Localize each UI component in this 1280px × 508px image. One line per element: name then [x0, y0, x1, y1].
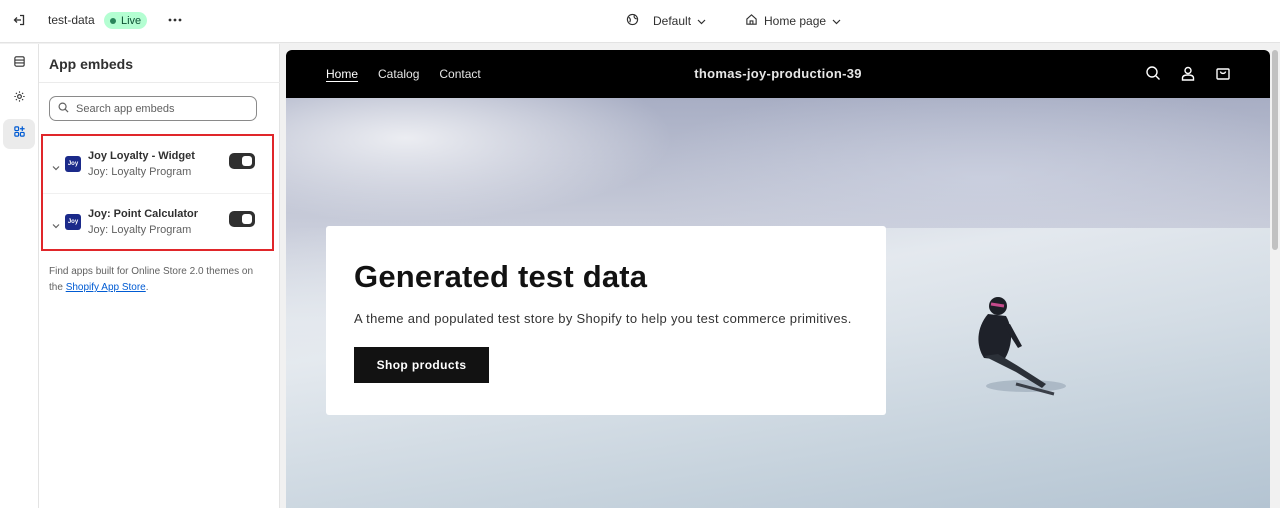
search-icon [58, 100, 69, 118]
theme-label: Default [653, 14, 692, 28]
hero-title: Generated test data [354, 259, 648, 294]
store-header-icons [1144, 64, 1232, 82]
cart-icon[interactable] [1214, 64, 1232, 82]
embed-app-name: Joy: Loyalty Program [88, 224, 192, 236]
footer-end: . [145, 282, 149, 293]
app-embeds-panel: App embeds Joy Joy Loyalty - Widget Joy:… [39, 44, 280, 508]
editor-topbar: test-data Live Default Home page [0, 0, 1280, 43]
account-icon[interactable] [1179, 64, 1197, 82]
status-label: Live [121, 14, 142, 27]
sections-button[interactable] [3, 49, 35, 79]
joy-app-icon: Joy [65, 156, 81, 172]
toggle-knob [242, 156, 252, 166]
joy-app-icon: Joy [65, 214, 81, 230]
status-dot [110, 17, 116, 24]
theme-settings-button[interactable] [3, 84, 35, 114]
embed-name: Joy: Point Calculator [88, 208, 199, 220]
search-input[interactable] [76, 102, 246, 115]
snowboarder-image [978, 297, 1066, 396]
chevron-down-icon[interactable] [51, 160, 61, 171]
panel-title: App embeds [49, 56, 134, 72]
embed-name: Joy Loyalty - Widget [88, 150, 195, 162]
store-header: Home Catalog Contact thomas-joy-producti… [286, 50, 1270, 98]
scrollbar-thumb[interactable] [1272, 50, 1278, 250]
shop-products-button[interactable]: Shop products [354, 347, 489, 383]
editor-icon-rail [0, 44, 39, 508]
home-icon [745, 13, 758, 29]
chevron-down-icon[interactable] [51, 218, 61, 229]
hero-banner: Generated test data A theme and populate… [286, 98, 1270, 508]
app-embed-item[interactable]: Joy Joy Loyalty - Widget Joy: Loyalty Pr… [43, 136, 272, 193]
embed-app-name: Joy: Loyalty Program [88, 166, 192, 178]
hero-text: A theme and populated test store by Shop… [354, 311, 852, 326]
store-name: test-data [48, 13, 95, 27]
sections-icon [13, 55, 26, 73]
app-embeds-button[interactable] [3, 119, 35, 149]
gear-icon [13, 90, 26, 108]
preview-scrollbar[interactable] [1270, 50, 1280, 508]
divider [39, 82, 280, 83]
panel-footer: Find apps built for Online Store 2.0 the… [49, 264, 269, 296]
toggle-knob [242, 214, 252, 224]
more-actions-icon[interactable] [165, 11, 185, 29]
embed-toggle[interactable] [229, 211, 255, 227]
store-brand[interactable]: thomas-joy-production-39 [286, 66, 1270, 81]
search-icon[interactable] [1144, 64, 1162, 82]
chevron-down-icon [697, 14, 706, 28]
page-label: Home page [764, 14, 827, 28]
search-box[interactable] [49, 96, 257, 121]
app-embeds-list: Joy Joy Loyalty - Widget Joy: Loyalty Pr… [41, 134, 274, 251]
hero-card: Generated test data A theme and populate… [326, 226, 886, 415]
storefront-preview: Home Catalog Contact thomas-joy-producti… [286, 50, 1270, 508]
app-embed-item[interactable]: Joy Joy: Point Calculator Joy: Loyalty P… [43, 193, 272, 250]
exit-icon[interactable] [10, 11, 28, 29]
embed-toggle[interactable] [229, 153, 255, 169]
app-store-link[interactable]: Shopify App Store [66, 282, 146, 293]
status-badge: Live [104, 12, 148, 29]
page-selector[interactable]: Home page [745, 11, 841, 31]
chevron-down-icon [832, 14, 841, 28]
apps-icon [13, 125, 26, 143]
theme-selector[interactable]: Default [626, 11, 706, 31]
globe-icon [626, 13, 639, 29]
